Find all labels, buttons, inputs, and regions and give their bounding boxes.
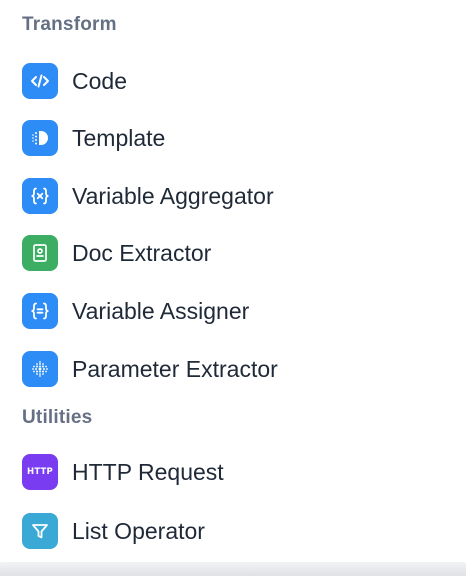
variable-assigner-icon — [22, 293, 58, 329]
http-request-icon: HTTP — [22, 454, 58, 490]
section-title-utilities: Utilities — [22, 407, 93, 428]
node-selector-panel: Transform Code Template Variable Aggrega… — [0, 0, 466, 566]
node-item-label: Variable Assigner — [72, 297, 250, 324]
node-item-code[interactable]: Code — [0, 55, 466, 107]
panel-bottom-edge — [0, 562, 466, 576]
node-item-http-request[interactable]: HTTP HTTP Request — [0, 446, 466, 498]
doc-extractor-icon — [22, 235, 58, 271]
node-item-variable-aggregator[interactable]: Variable Aggregator — [0, 170, 466, 222]
node-item-label: Variable Aggregator — [72, 182, 274, 209]
parameter-extractor-icon — [22, 351, 58, 387]
node-item-label: Doc Extractor — [72, 239, 212, 266]
node-item-list-operator[interactable]: List Operator — [0, 505, 466, 557]
node-item-label: List Operator — [72, 517, 205, 544]
http-icon-text: HTTP — [27, 467, 53, 477]
template-icon — [22, 120, 58, 156]
node-item-doc-extractor[interactable]: Doc Extractor — [0, 227, 466, 279]
list-operator-icon — [22, 513, 58, 549]
node-item-label: HTTP Request — [72, 458, 224, 485]
node-item-label: Parameter Extractor — [72, 355, 278, 382]
code-icon — [22, 63, 58, 99]
variable-aggregator-icon — [22, 178, 58, 214]
section-title-transform: Transform — [22, 14, 117, 35]
node-item-parameter-extractor[interactable]: Parameter Extractor — [0, 343, 466, 395]
node-item-label: Template — [72, 124, 166, 151]
node-item-variable-assigner[interactable]: Variable Assigner — [0, 285, 466, 337]
node-item-label: Code — [72, 67, 127, 94]
node-item-template[interactable]: Template — [0, 112, 466, 164]
